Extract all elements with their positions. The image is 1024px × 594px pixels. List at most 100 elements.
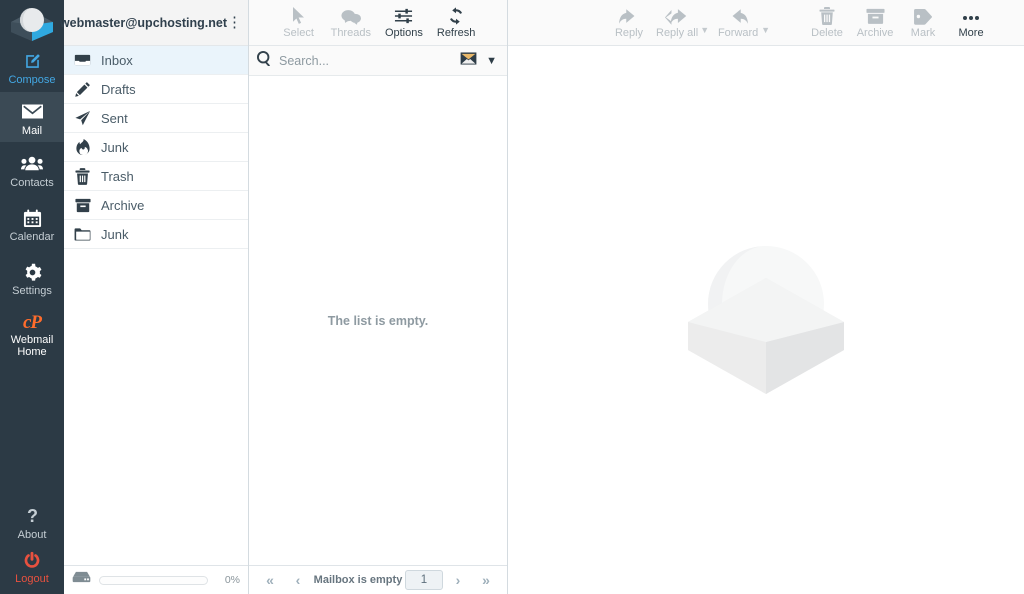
empty-list-message: The list is empty.: [328, 314, 429, 328]
delete-button-label: Delete: [811, 27, 843, 39]
taskbar-item-compose[interactable]: Compose: [0, 46, 64, 92]
refresh-button[interactable]: Refresh: [437, 5, 476, 39]
paper-plane-icon: [74, 110, 91, 127]
archive-box-icon: [866, 5, 885, 25]
ellipsis-icon: [961, 5, 981, 25]
mark-button-label: Mark: [911, 27, 935, 39]
folder-column: webmaster@upchosting.net ⋮ Inbox Drafts: [64, 0, 249, 594]
taskbar-item-logout[interactable]: Logout: [0, 544, 64, 594]
first-page-button[interactable]: «: [257, 572, 283, 588]
mark-button[interactable]: Mark: [902, 5, 944, 39]
contacts-icon: [21, 155, 43, 174]
pencil-icon: [74, 81, 91, 98]
webmail-home-line1: Webmail: [11, 334, 54, 346]
folder-item-label: Sent: [101, 111, 128, 126]
power-icon: [23, 551, 41, 570]
svg-text:?: ?: [27, 507, 38, 526]
reply-all-dropdown-icon[interactable]: ▼: [700, 25, 709, 35]
taskbar-item-about[interactable]: ? About: [0, 498, 64, 544]
reply-all-button-label: Reply all: [656, 27, 698, 39]
last-page-button[interactable]: »: [473, 572, 499, 588]
folder-item-sent[interactable]: Sent: [64, 104, 248, 133]
compose-icon: [23, 52, 42, 71]
folder-item-junk-special[interactable]: Junk: [64, 133, 248, 162]
list-toolbar: Select Threads Options Refresh: [249, 0, 507, 46]
webmail-home-line2: Home: [17, 346, 46, 358]
refresh-icon: [447, 5, 465, 25]
archive-box-icon: [74, 197, 91, 214]
options-button[interactable]: Options: [385, 5, 423, 39]
reply-all-button[interactable]: Reply all: [656, 5, 698, 39]
next-page-button[interactable]: ›: [445, 572, 471, 588]
message-list-body: The list is empty.: [249, 76, 507, 565]
archive-button[interactable]: Archive: [854, 5, 896, 39]
taskbar: Compose Mail Contacts Calendar Settings: [0, 0, 64, 594]
fire-icon: [74, 139, 91, 156]
pagination-bar: « ‹ Mailbox is empty 1 › »: [249, 565, 507, 594]
disk-drive-icon: [72, 571, 91, 589]
taskbar-item-calendar[interactable]: Calendar: [0, 196, 64, 250]
prev-page-button[interactable]: ‹: [285, 572, 311, 588]
more-button[interactable]: More: [950, 5, 992, 39]
folder-item-inbox[interactable]: Inbox: [64, 46, 248, 75]
reply-all-icon: [665, 5, 689, 25]
quota-percent-label: 0%: [216, 574, 240, 586]
forward-button[interactable]: Forward: [717, 5, 759, 39]
taskbar-item-mail-label: Mail: [22, 125, 42, 138]
reply-button-label: Reply: [615, 27, 643, 39]
folder-item-drafts[interactable]: Drafts: [64, 75, 248, 104]
taskbar-item-webmail-home-label: Webmail Home: [11, 334, 54, 359]
taskbar-item-mail[interactable]: Mail: [0, 92, 64, 142]
taskbar-item-settings[interactable]: Settings: [0, 250, 64, 304]
select-button-label: Select: [283, 27, 314, 39]
folder-item-junk-plain[interactable]: Junk: [64, 220, 248, 249]
select-button[interactable]: Select: [281, 5, 317, 39]
folder-item-archive[interactable]: Archive: [64, 191, 248, 220]
folder-item-label: Junk: [101, 227, 128, 242]
reply-button[interactable]: Reply: [608, 5, 650, 39]
quota-progress-track: [99, 576, 208, 585]
folder-item-label: Trash: [101, 169, 134, 184]
taskbar-item-contacts[interactable]: Contacts: [0, 142, 64, 196]
taskbar-item-contacts-label: Contacts: [10, 177, 53, 190]
page-number-input[interactable]: 1: [405, 570, 443, 590]
roundcube-watermark-logo-icon: [686, 242, 846, 399]
folder-icon: [74, 226, 91, 243]
folder-item-label: Drafts: [101, 82, 136, 97]
message-toolbar: Reply Reply all ▼ Forward ▼: [508, 0, 1024, 46]
forward-button-label: Forward: [718, 27, 758, 39]
reply-icon: [619, 5, 639, 25]
folder-item-label: Inbox: [101, 53, 133, 68]
message-pane-body: [508, 46, 1024, 594]
refresh-button-label: Refresh: [437, 27, 476, 39]
roundcube-logo-icon: [9, 5, 55, 41]
folder-item-trash[interactable]: Trash: [64, 162, 248, 191]
forward-dropdown-icon[interactable]: ▼: [761, 25, 770, 35]
delete-button[interactable]: Delete: [806, 5, 848, 39]
threads-button-label: Threads: [331, 27, 371, 39]
chevron-down-icon[interactable]: ▼: [484, 55, 499, 67]
account-options-icon[interactable]: ⋮: [227, 15, 242, 30]
folder-item-label: Archive: [101, 198, 144, 213]
quota-bar: 0%: [64, 565, 248, 594]
cpanel-logo-icon: cP: [23, 312, 41, 331]
trash-icon: [819, 5, 835, 25]
search-scope-envelope-icon[interactable]: [460, 52, 477, 70]
cursor-arrow-icon: [292, 5, 306, 25]
app-logo: [0, 0, 64, 46]
message-list-column: Select Threads Options Refresh: [249, 0, 508, 594]
sliders-icon: [394, 5, 413, 25]
threads-button[interactable]: Threads: [331, 5, 371, 39]
folder-item-label: Junk: [101, 140, 128, 155]
message-pane: Reply Reply all ▼ Forward ▼: [508, 0, 1024, 594]
options-button-label: Options: [385, 27, 423, 39]
account-header: webmaster@upchosting.net ⋮: [64, 0, 248, 46]
mailbox-status-text: Mailbox is empty: [313, 574, 403, 586]
taskbar-spacer: [0, 360, 64, 498]
taskbar-item-webmail-home[interactable]: cP Webmail Home: [0, 304, 64, 360]
search-bar[interactable]: ▼: [249, 46, 507, 76]
gear-icon: [23, 263, 42, 282]
threads-icon: [341, 5, 361, 25]
search-input[interactable]: [279, 54, 453, 68]
webmail-app: Compose Mail Contacts Calendar Settings: [0, 0, 1024, 594]
